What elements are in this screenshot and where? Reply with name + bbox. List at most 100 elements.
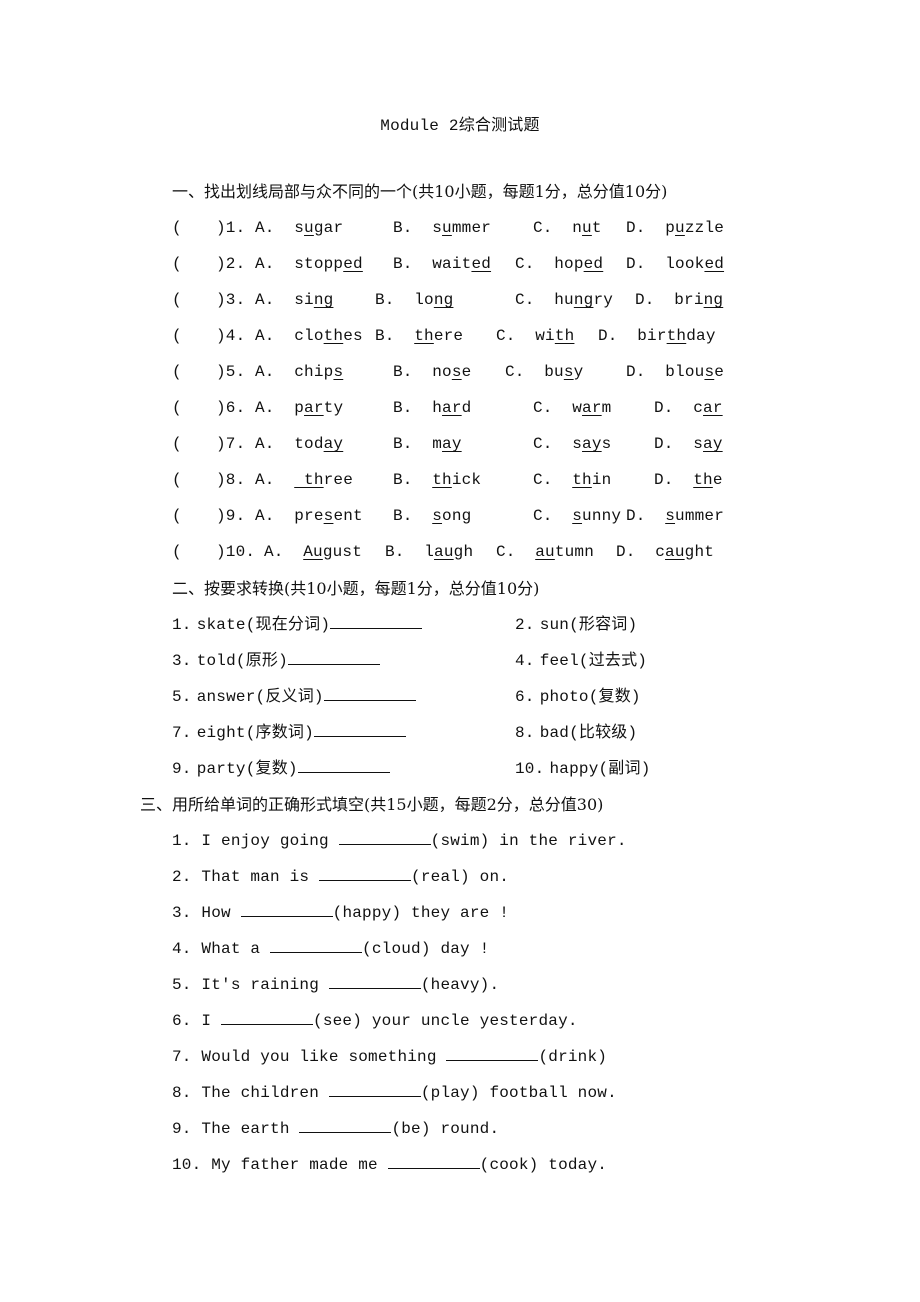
item-number: 10. [172,1156,202,1174]
underlined-part: u [304,219,314,237]
question-number: )7. [216,435,246,453]
answer-blank[interactable] [328,974,421,989]
conversion-item: 4. feel(过去式) [515,650,647,671]
option-letter: C. [515,291,535,309]
word-prefix: hop [554,255,584,273]
answer-blank[interactable] [221,1010,314,1025]
answer-blank[interactable] [287,650,380,665]
underlined-part: ng [433,291,454,309]
option-letter: A. [255,327,275,345]
answer-blank[interactable] [323,686,416,701]
word-suffix: t [591,219,602,237]
fill-blank-item: 7. Would you like something (drink) [172,1046,607,1067]
item-prompt: eight(序数词) [196,724,314,742]
question-number: )2. [216,255,246,273]
item-number: 5. [172,688,192,706]
underlined-part: u [582,219,592,237]
answer-paren[interactable]: ( [172,506,182,526]
word-suffix: es [343,327,363,345]
option-a: A. chips [255,362,343,382]
item-number: 2. [515,616,535,634]
word-suffix: ght [684,543,715,561]
fill-blank-item: 2. That man is (real) on. [172,866,509,887]
word-suffix: e [712,471,723,489]
item-number: 3. [172,904,192,922]
option-letter: C. [533,435,553,453]
underlined-part: s [333,363,344,381]
word-suffix: day [686,327,716,345]
answer-blank[interactable] [319,866,412,881]
answer-paren[interactable]: ( [172,218,182,238]
answer-paren[interactable]: ( [172,542,182,562]
answer-paren[interactable]: ( [172,470,182,490]
underlined-part: th [572,471,592,489]
option-b: B. waited [393,254,491,274]
option-d: D. summer [626,506,724,526]
sentence-after: (cloud) day ! [362,940,490,958]
answer-blank[interactable] [270,938,363,953]
option-c: C. thin [533,470,611,490]
underlined-part: th [294,471,324,489]
word-suffix: ummer [675,507,725,525]
word-prefix: wait [432,255,472,273]
answer-blank[interactable] [240,902,333,917]
word-suffix: in [591,471,612,489]
answer-paren[interactable]: ( [172,398,182,418]
word-prefix: chip [294,363,334,381]
answer-blank[interactable] [299,1118,392,1133]
conversion-item: 3. told(原形) [172,650,380,671]
answer-paren[interactable]: ( [172,434,182,454]
underlined-part: ed [704,255,725,273]
section2-heading: 二、按要求转换(共10小题，每题1分，总分值10分) [172,579,540,598]
underlined-part: ng [703,291,724,309]
option-b: B. laugh [385,542,473,562]
answer-blank[interactable] [338,830,431,845]
sentence-after: (swim) in the river. [430,832,627,850]
option-letter: B. [375,291,395,309]
option-a: A. sugar [255,218,343,238]
underlined-part: ar [442,399,462,417]
answer-paren[interactable]: ( [172,362,182,382]
page-title: Module 2综合测试题 [0,114,920,137]
option-a: A. present [255,506,363,526]
option-letter: D. [654,435,674,453]
option-letter: C. [496,543,516,561]
word-suffix: unny [582,507,622,525]
answer-blank[interactable] [313,722,406,737]
option-letter: C. [496,327,516,345]
word-prefix: pre [294,507,324,525]
option-c: C. warm [533,398,611,418]
underlined-part: ed [583,255,604,273]
option-letter: B. [375,327,395,345]
page-title-text: Module 2综合测试题 [380,117,540,135]
option-letter: C. [515,255,535,273]
answer-blank[interactable] [328,1082,421,1097]
option-letter: B. [393,399,413,417]
option-a: A. stopped [255,254,363,274]
word-prefix: s [693,435,704,453]
option-c: C. busy [505,362,583,382]
word-prefix: s [432,219,443,237]
section1-heading: 一、找出划线局部与众不同的一个(共10小题，每题1分，总分值10分) [172,182,668,201]
option-b: B. thick [393,470,481,490]
exam-page: Module 2综合测试题 一、找出划线局部与众不同的一个(共10小题，每题1分… [0,0,920,1302]
answer-blank[interactable] [446,1046,539,1061]
option-a: A. today [255,434,343,454]
answer-paren[interactable]: ( [172,290,182,310]
option-d: D. looked [626,254,724,274]
underlined-part: au [535,543,555,561]
answer-paren[interactable]: ( [172,254,182,274]
fill-blank-item: 10. My father made me (cook) today. [172,1154,607,1175]
fill-blank-item: 9. The earth (be) round. [172,1118,499,1139]
answer-blank[interactable] [387,1154,480,1169]
item-number: 6. [515,688,535,706]
answer-blank[interactable] [330,614,423,629]
word-suffix: ong [442,507,472,525]
word-prefix: c [693,399,704,417]
answer-blank[interactable] [297,758,390,773]
sentence-before: How [201,904,241,922]
answer-paren[interactable]: ( [172,326,182,346]
word-suffix: gust [322,543,363,561]
fill-blank-item: 1. I enjoy going (swim) in the river. [172,830,627,851]
option-letter: B. [393,219,413,237]
